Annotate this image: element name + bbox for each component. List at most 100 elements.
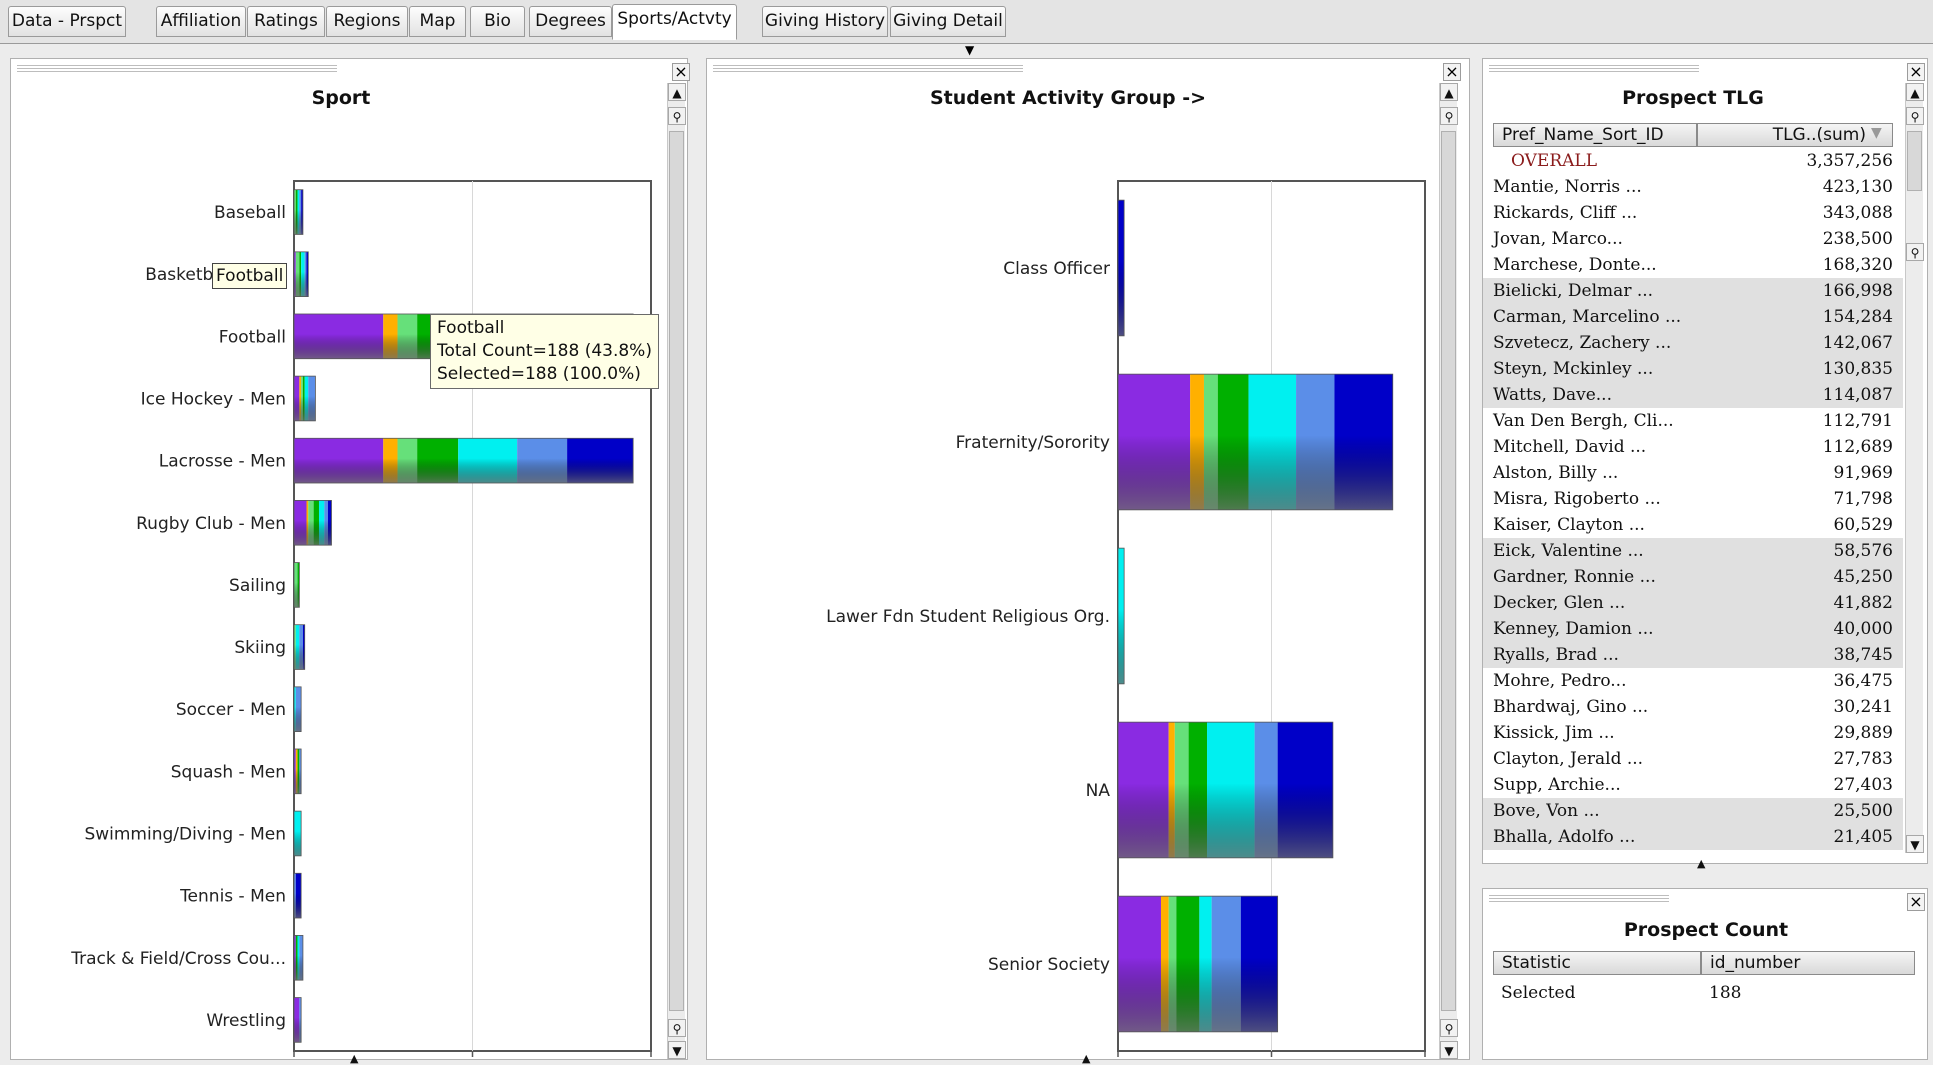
zoom-magnifier-icon[interactable]: ⚲ [1440,107,1458,125]
table-row[interactable]: Kaiser, Clayton ... 60,529 [1483,512,1903,538]
scroll-thumb[interactable] [1907,131,1922,191]
overall-row[interactable]: OVERALL 3,357,256 [1483,148,1903,174]
zoom-magnifier-icon[interactable]: ⚲ [1906,243,1924,261]
column-header-tlg-sum[interactable]: TLG..(sum) [1697,123,1893,147]
tab-giving-detail[interactable]: Giving Detail [890,6,1006,37]
tab-ratings[interactable]: Ratings [247,6,325,37]
bar-shading [294,251,309,297]
table-row[interactable]: Misra, Rigoberto ... 71,798 [1483,486,1903,512]
category-label[interactable]: Football [219,327,286,347]
close-icon[interactable]: × [1443,63,1461,81]
tab-giving-history[interactable]: Giving History [762,6,888,37]
table-row[interactable]: Szvetecz, Zachery ... 142,067 [1483,330,1903,356]
category-label[interactable]: Lawer Fdn Student Religious Org. [826,607,1110,627]
panel-grip[interactable] [17,65,337,73]
tab-regions[interactable]: Regions [326,6,408,37]
scroll-up-icon[interactable]: ▲ [668,83,686,101]
table-row[interactable]: Ryalls, Brad ... 38,745 [1483,642,1903,668]
table-row[interactable]: Mantie, Norris ... 423,130 [1483,174,1903,200]
zoom-magnifier-icon[interactable]: ⚲ [668,1019,686,1037]
column-header-id-number[interactable]: id_number [1701,951,1915,975]
table-row[interactable]: Carman, Marcelino ... 154,284 [1483,304,1903,330]
sort-descending-icon[interactable]: ▼ [1871,125,1882,141]
splitter-arrow-icon[interactable]: ▲ [1082,1052,1090,1065]
scroll-up-icon[interactable]: ▲ [1440,83,1458,101]
bar-shading [1118,200,1125,336]
category-label[interactable]: Baseball [214,203,286,223]
panel-grip[interactable] [1489,895,1669,903]
table-row[interactable]: Marchese, Donte... 168,320 [1483,252,1903,278]
tlg-table-body[interactable]: OVERALL 3,357,256 Mantie, Norris ... 423,13… [1483,148,1903,850]
table-row[interactable]: Jovan, Marco... 238,500 [1483,226,1903,252]
category-label[interactable]: Ice Hockey - Men [141,390,286,410]
close-icon[interactable]: × [1907,63,1925,81]
table-row[interactable]: Steyn, Mckinley ... 130,835 [1483,356,1903,382]
table-row[interactable]: Watts, Dave... 114,087 [1483,382,1903,408]
category-label[interactable]: Tennis - Men [179,887,286,907]
tab-bio[interactable]: Bio [470,6,525,37]
close-icon[interactable]: × [672,63,690,81]
table-row[interactable]: Bhardwaj, Gino ... 30,241 [1483,694,1903,720]
collapse-arrow-icon[interactable]: ▼ [965,43,974,57]
zoom-magnifier-icon[interactable]: ⚲ [668,107,686,125]
splitter-arrow-icon[interactable]: ▲ [350,1052,358,1065]
category-label[interactable]: Sailing [229,576,286,596]
splitter-arrow-icon[interactable]: ▲ [1697,857,1705,870]
row-name: Gardner, Ronnie ... [1493,567,1656,587]
vertical-scrollbar[interactable]: ▲ ⚲ ⚲ ▼ [667,83,686,1059]
scroll-down-icon[interactable]: ▼ [668,1041,686,1059]
bar-shading [294,624,305,670]
table-row[interactable]: Eick, Valentine ... 58,576 [1483,538,1903,564]
table-row[interactable]: Clayton, Jerald ... 27,783 [1483,746,1903,772]
column-header-statistic[interactable]: Statistic [1493,951,1701,975]
scroll-down-icon[interactable]: ▼ [1906,835,1924,853]
category-label[interactable]: Soccer - Men [176,700,286,720]
table-row[interactable]: Bielicki, Delmar ... 166,998 [1483,278,1903,304]
category-label[interactable]: Senior Society [988,955,1110,975]
table-row[interactable]: Supp, Archie... 27,403 [1483,772,1903,798]
panel-grip[interactable] [713,65,1023,73]
table-row[interactable]: Bhalla, Adolfo ... 21,405 [1483,824,1903,850]
table-row[interactable]: Kenney, Damion ... 40,000 [1483,616,1903,642]
table-row[interactable]: Van Den Bergh, Cli... 112,791 [1483,408,1903,434]
table-row[interactable]: Mitchell, David ... 112,689 [1483,434,1903,460]
vertical-scrollbar[interactable]: ▲ ⚲ ⚲ ▼ [1905,83,1924,853]
category-label[interactable]: Lacrosse - Men [159,452,286,472]
scroll-thumb[interactable] [1441,131,1456,1011]
tab-map[interactable]: Map [409,6,466,37]
category-label[interactable]: Class Officer [1003,259,1110,279]
zoom-magnifier-icon[interactable]: ⚲ [1440,1019,1458,1037]
table-row[interactable]: Alston, Billy ... 91,969 [1483,460,1903,486]
activity-bar-chart[interactable]: Class Officer Fraternity/Sorority Lawer Fd… [707,114,1439,1059]
table-row[interactable]: Gardner, Ronnie ... 45,250 [1483,564,1903,590]
column-header-name[interactable]: Pref_Name_Sort_ID [1493,123,1697,147]
panel-grip[interactable] [1489,65,1699,73]
close-icon[interactable]: × [1907,893,1925,911]
tab-degrees[interactable]: Degrees [529,6,612,37]
tab-sports-activity[interactable]: Sports/Actvty [612,4,737,40]
scroll-up-icon[interactable]: ▲ [1906,83,1924,101]
tab-data-prspct[interactable]: Data - Prspct [8,6,126,37]
scroll-thumb[interactable] [669,131,684,1011]
category-label[interactable]: Rugby Club - Men [136,514,286,534]
category-label[interactable]: Squash - Men [171,762,286,782]
table-row[interactable]: Mohre, Pedro... 36,475 [1483,668,1903,694]
category-label[interactable]: Fraternity/Sorority [956,433,1110,453]
table-row[interactable]: Bove, Von ... 25,500 [1483,798,1903,824]
category-label[interactable]: Swimming/Diving - Men [84,825,286,845]
table-row[interactable]: Kissick, Jim ... 29,889 [1483,720,1903,746]
vertical-scrollbar[interactable]: ▲ ⚲ ⚲ ▼ [1439,83,1458,1059]
category-label[interactable]: Skiing [234,638,286,658]
table-row[interactable]: Decker, Glen ... 41,882 [1483,590,1903,616]
scroll-down-icon[interactable]: ▼ [1440,1041,1458,1059]
category-label[interactable]: Track & Field/Cross Cou... [70,949,286,969]
tab-affiliation[interactable]: Affiliation [156,6,246,37]
panel-title: Prospect TLG [1622,87,1764,109]
zoom-magnifier-icon[interactable]: ⚲ [1906,107,1924,125]
bar-shading [294,376,316,421]
category-label[interactable]: NA [1086,781,1111,801]
table-row[interactable]: Rickards, Cliff ... 343,088 [1483,200,1903,226]
sport-bar-chart[interactable]: BaseballBasketball - MenFootballIce Hock… [11,114,667,1059]
row-value: 30,241 [1833,697,1893,717]
category-label[interactable]: Wrestling [206,1011,286,1031]
